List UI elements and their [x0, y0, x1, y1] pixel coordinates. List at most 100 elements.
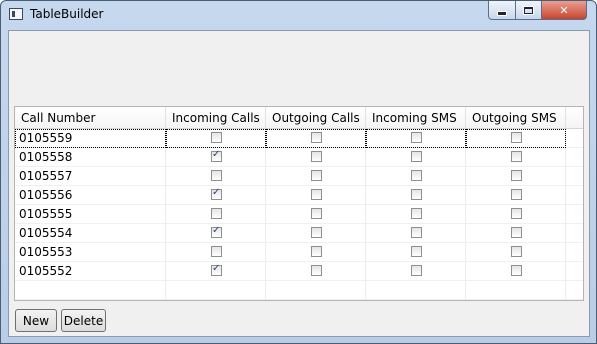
outgoing-calls-checkbox[interactable] — [311, 151, 322, 162]
call-number-cell[interactable] — [15, 281, 166, 300]
table-row[interactable]: 0105558 — [15, 148, 583, 167]
client-area: Call Number Incoming Calls Outgoing Calls I… — [8, 30, 590, 337]
row-filler-cell — [566, 205, 583, 224]
delete-button[interactable]: Delete — [61, 309, 106, 332]
incoming-calls-checkbox[interactable] — [211, 208, 222, 219]
table-row[interactable]: 0105557 — [15, 167, 583, 186]
call-number-text: 0105552 — [19, 264, 73, 278]
outgoing-sms-cell — [466, 224, 566, 243]
row-filler-cell — [566, 129, 583, 148]
title-bar[interactable]: TableBuilder ✕ — [1, 1, 596, 27]
outgoing-sms-checkbox[interactable] — [511, 170, 522, 181]
incoming-calls-cell — [166, 186, 266, 205]
table-row[interactable]: 0105552 — [15, 262, 583, 281]
column-header-call-number[interactable]: Call Number — [15, 107, 166, 129]
table-row[interactable]: 0105555 — [15, 205, 583, 224]
outgoing-sms-checkbox[interactable] — [511, 227, 522, 238]
outgoing-sms-checkbox[interactable] — [511, 208, 522, 219]
incoming-calls-checkbox[interactable] — [211, 246, 222, 257]
incoming-sms-checkbox[interactable] — [411, 246, 422, 257]
outgoing-sms-checkbox[interactable] — [511, 265, 522, 276]
outgoing-calls-checkbox[interactable] — [311, 265, 322, 276]
incoming-sms-checkbox[interactable] — [411, 208, 422, 219]
outgoing-calls-checkbox[interactable] — [311, 170, 322, 181]
incoming-sms-cell — [366, 205, 466, 224]
call-number-text: 0105554 — [19, 226, 73, 240]
outgoing-sms-cell — [466, 186, 566, 205]
incoming-sms-cell — [366, 148, 466, 167]
minimize-button[interactable] — [488, 1, 516, 20]
maximize-button[interactable] — [515, 1, 542, 20]
column-header-incoming-calls[interactable]: Incoming Calls — [166, 107, 266, 129]
table-row-empty[interactable] — [15, 281, 583, 300]
outgoing-sms-cell — [466, 281, 566, 300]
call-number-cell[interactable]: 0105556 — [15, 186, 166, 205]
incoming-calls-cell — [166, 224, 266, 243]
outgoing-calls-checkbox[interactable] — [311, 189, 322, 200]
incoming-sms-checkbox[interactable] — [411, 227, 422, 238]
call-number-text: 0105558 — [19, 150, 73, 164]
incoming-calls-checkbox[interactable] — [211, 170, 222, 181]
new-button[interactable]: New — [15, 309, 57, 332]
call-number-text: 0105555 — [19, 207, 73, 221]
incoming-calls-cell — [166, 148, 266, 167]
incoming-sms-checkbox[interactable] — [411, 170, 422, 181]
table-row[interactable]: 0105554 — [15, 224, 583, 243]
column-header-filler — [566, 107, 583, 129]
close-icon: ✕ — [559, 3, 569, 17]
call-number-cell[interactable]: 0105555 — [15, 205, 166, 224]
incoming-calls-cell — [166, 129, 266, 148]
column-header-incoming-sms[interactable]: Incoming SMS — [366, 107, 466, 129]
incoming-sms-checkbox[interactable] — [411, 189, 422, 200]
outgoing-calls-cell — [266, 167, 366, 186]
incoming-calls-cell — [166, 281, 266, 300]
incoming-sms-cell — [366, 167, 466, 186]
outgoing-calls-cell — [266, 186, 366, 205]
table-row[interactable]: 0105553 — [15, 243, 583, 262]
call-number-text: 0105556 — [19, 188, 73, 202]
incoming-calls-checkbox[interactable] — [211, 132, 222, 143]
outgoing-calls-cell — [266, 205, 366, 224]
incoming-calls-checkbox[interactable] — [211, 149, 222, 162]
incoming-calls-cell — [166, 243, 266, 262]
call-number-cell[interactable]: 0105552 — [15, 262, 166, 281]
row-filler-cell — [566, 243, 583, 262]
outgoing-sms-checkbox[interactable] — [511, 132, 522, 143]
outgoing-calls-checkbox[interactable] — [311, 246, 322, 257]
table-row[interactable]: 0105556 — [15, 186, 583, 205]
incoming-sms-cell — [366, 281, 466, 300]
table-row[interactable]: 0105559 — [15, 129, 583, 148]
column-header-outgoing-sms[interactable]: Outgoing SMS — [466, 107, 566, 129]
maximize-icon — [524, 6, 533, 14]
incoming-calls-checkbox[interactable] — [211, 187, 222, 200]
incoming-sms-checkbox[interactable] — [411, 265, 422, 276]
call-number-cell[interactable]: 0105558 — [15, 148, 166, 167]
outgoing-calls-checkbox[interactable] — [311, 132, 322, 143]
call-number-cell[interactable]: 0105557 — [15, 167, 166, 186]
outgoing-calls-cell — [266, 224, 366, 243]
incoming-calls-cell — [166, 205, 266, 224]
outgoing-sms-cell — [466, 148, 566, 167]
incoming-sms-checkbox[interactable] — [411, 151, 422, 162]
data-grid[interactable]: Call Number Incoming Calls Outgoing Calls I… — [14, 106, 584, 301]
outgoing-sms-checkbox[interactable] — [511, 189, 522, 200]
incoming-calls-checkbox[interactable] — [211, 225, 222, 238]
call-number-cell[interactable]: 0105553 — [15, 243, 166, 262]
incoming-calls-cell — [166, 167, 266, 186]
grid-header: Call Number Incoming Calls Outgoing Calls I… — [15, 107, 583, 129]
outgoing-calls-checkbox[interactable] — [311, 208, 322, 219]
close-button[interactable]: ✕ — [541, 1, 587, 20]
outgoing-sms-cell — [466, 205, 566, 224]
outgoing-sms-checkbox[interactable] — [511, 246, 522, 257]
incoming-sms-cell — [366, 186, 466, 205]
call-number-cell[interactable]: 0105554 — [15, 224, 166, 243]
row-filler-cell — [566, 186, 583, 205]
outgoing-calls-checkbox[interactable] — [311, 227, 322, 238]
column-header-outgoing-calls[interactable]: Outgoing Calls — [266, 107, 366, 129]
call-number-cell[interactable]: 0105559 — [15, 129, 166, 148]
incoming-sms-cell — [366, 129, 466, 148]
row-filler-cell — [566, 167, 583, 186]
outgoing-sms-checkbox[interactable] — [511, 151, 522, 162]
incoming-sms-checkbox[interactable] — [411, 132, 422, 143]
incoming-calls-checkbox[interactable] — [211, 263, 222, 276]
